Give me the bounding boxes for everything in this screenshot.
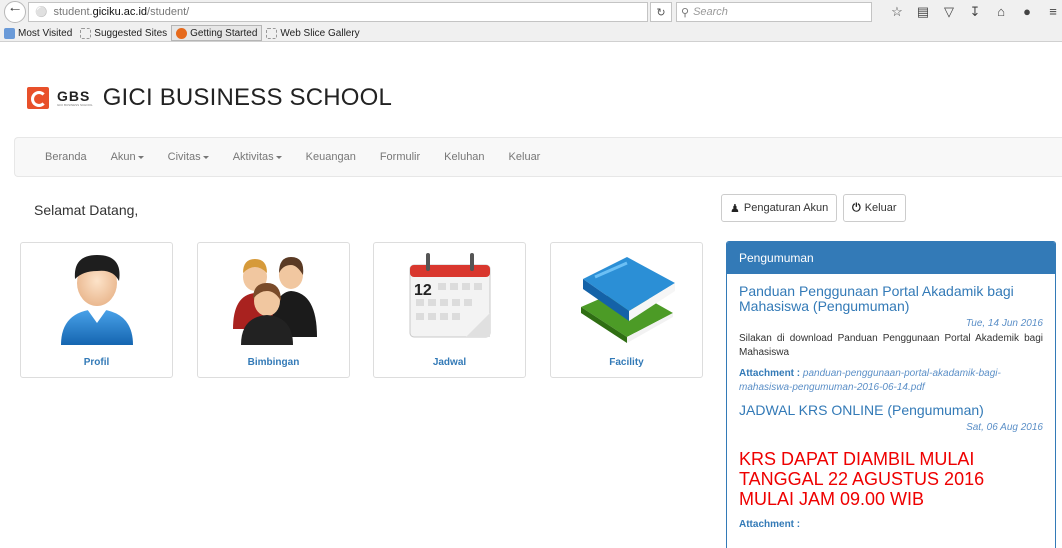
tile-profil[interactable]: Profil [20,242,173,378]
nav-item-beranda[interactable]: Beranda [45,151,87,163]
announcement-highlight: KRS DAPAT DIAMBIL MULAI TANGGAL 22 AGUST… [739,449,985,509]
home-icon[interactable]: ⌂ [988,2,1014,22]
books-icon [551,243,702,351]
logout-button[interactable]: ⏻ Keluar [843,194,906,222]
pocket-icon[interactable]: ▽ [936,2,962,22]
announcement-attachment: Attachment : panduan-penggunaan-portal-a… [739,367,1043,395]
browser-search-input[interactable]: ⚲ Search [676,2,872,22]
bookmarks-bar: Most Visited Suggested Sites Getting Sta… [0,24,1062,42]
bookmark-label: Most Visited [18,27,73,39]
power-icon: ⏻ [852,201,861,214]
logout-label: Keluar [864,202,897,214]
bookmark-most-visited[interactable]: Most Visited [0,25,76,41]
attachment-label: Attachment : [739,519,801,530]
url-prefix: student. [53,6,93,18]
url-bar[interactable]: ⚪ student. giciku.ac.id/student/ [28,2,648,22]
announcement-panel: Pengumuman Panduan Penggunaan Portal Aka… [726,241,1056,548]
nav-item-keuangan[interactable]: Keuangan [306,151,356,163]
calendar-icon: 12 [374,243,525,351]
panel-heading: Pengumuman [727,242,1055,274]
bookmark-suggested-sites[interactable]: Suggested Sites [76,25,171,41]
back-arrow-icon: 🠀 [9,2,21,17]
welcome-text: Selamat Datang, [34,202,139,218]
tile-label: Facility [609,357,644,368]
nav-item-akun[interactable]: Akun [111,151,144,163]
nav-label: Keuangan [305,151,356,163]
nav-item-keluhan[interactable]: Keluhan [444,151,484,163]
main-navbar: Beranda Akun Civitas Aktivitas Keuangan … [14,137,1062,177]
url-domain: giciku.ac.id [92,6,148,18]
bookmark-label: Getting Started [190,27,258,39]
user-icon [21,243,172,351]
folder-icon [4,27,15,39]
nav-label: Akun [110,151,136,163]
nav-label: Keluar [508,151,541,163]
download-icon[interactable]: ↧ [962,2,988,22]
account-settings-button[interactable]: ♟ Pengaturan Akun [721,194,838,222]
tile-label: Bimbingan [247,357,300,368]
group-icon [198,243,349,351]
announcement-title[interactable]: JADWAL KRS ONLINE (Pengumuman) [739,403,1043,418]
bookmark-label: Web Slice Gallery [280,27,360,39]
tile-label: Jadwal [432,357,467,368]
url-path: /student/ [147,6,190,18]
chat-icon[interactable]: ● [1014,2,1040,22]
browser-tool-icons: ☆ ▤ ▽ ↧ ⌂ ● ≡ [884,2,1062,22]
search-icon: ⚲ [681,6,690,19]
tile-label: Profil [83,357,110,368]
browser-toolbar: 🠀 ⚪ student. giciku.ac.id/student/ ↻ ⚲ Se… [0,0,1062,42]
globe-icon: ⚪ [35,6,48,18]
caret-down-icon [137,155,144,159]
announcement-description: Silakan di download Panduan Penggunaan P… [739,333,1043,358]
tile-facility[interactable]: Facility [550,242,703,378]
tile-bimbingan[interactable]: Bimbingan [197,242,350,378]
nav-label: Aktivitas [232,151,274,163]
nav-item-keluar[interactable]: Keluar [509,151,541,163]
tile-jadwal[interactable]: 12 Jadwal [373,242,526,378]
nav-item-formulir[interactable]: Formulir [380,151,420,163]
announcement-date: Tue, 14 Jun 2016 [965,318,1043,329]
nav-label: Keluhan [444,151,485,163]
bookmark-label: Suggested Sites [94,27,168,39]
page-icon [266,27,278,39]
search-placeholder: Search [693,6,728,18]
reload-icon: ↻ [656,6,666,19]
reload-button[interactable]: ↻ [650,2,672,22]
menu-icon[interactable]: ≡ [1040,2,1062,22]
caret-down-icon [275,155,282,159]
page-icon [80,27,92,39]
logo-subtext: GICI BUSINESS SCHOOL [57,103,93,107]
logo: GBS GICI BUSINESS SCHOOL [57,89,93,107]
site-title: GICI BUSINESS SCHOOL [102,84,393,111]
logo-icon [27,87,49,109]
nav-item-civitas[interactable]: Civitas [168,151,209,163]
nav-label: Civitas [167,151,201,163]
reading-list-icon[interactable]: ▤ [910,2,936,22]
bookmark-getting-started[interactable]: Getting Started [171,25,263,41]
announcement-date: Sat, 06 Aug 2016 [966,422,1043,433]
firefox-icon [176,27,188,39]
logo-text: GBS [57,88,91,104]
nav-label: Beranda [45,151,87,163]
announcement-title[interactable]: Panduan Penggunaan Portal Akadamik bagi … [739,284,1043,314]
nav-item-aktivitas[interactable]: Aktivitas [233,151,282,163]
nav-label: Formulir [379,151,421,163]
site-header: GBS GICI BUSINESS SCHOOL GICI BUSINESS S… [27,84,392,112]
calendar-day: 12 [414,282,432,299]
back-button[interactable]: 🠀 [4,1,26,23]
attachment-label: Attachment : [739,368,801,379]
user-icon: ♟ [730,202,740,215]
account-settings-label: Pengaturan Akun [743,202,829,214]
star-icon[interactable]: ☆ [884,2,910,22]
panel-body: Panduan Penggunaan Portal Akadamik bagi … [727,274,1055,531]
caret-down-icon [202,155,209,159]
bookmark-web-slice-gallery[interactable]: Web Slice Gallery [262,25,363,41]
